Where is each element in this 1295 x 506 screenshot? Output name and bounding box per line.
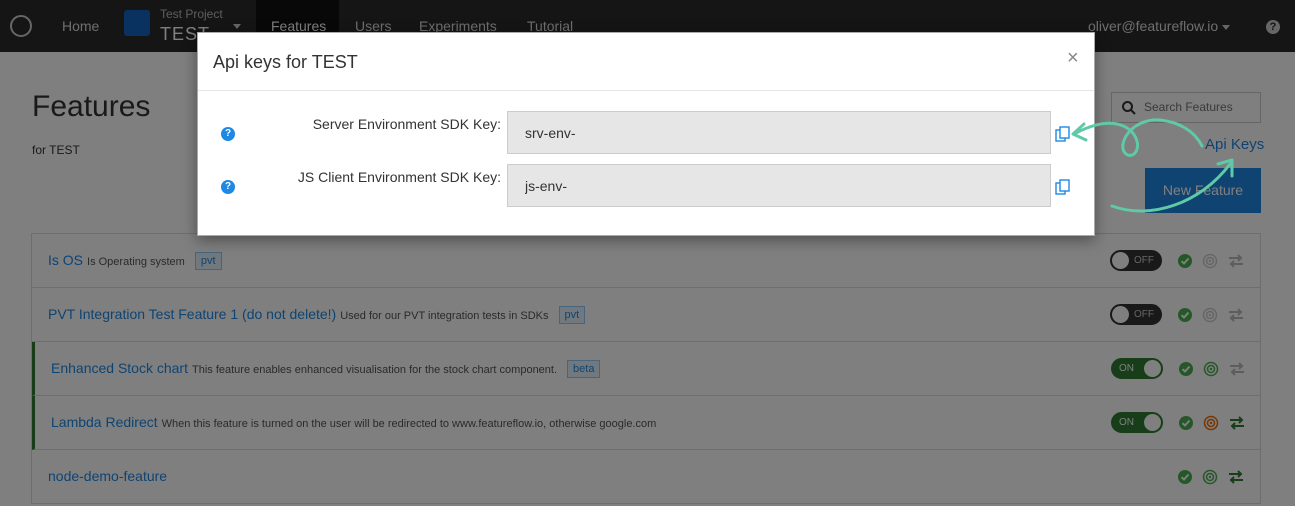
server-key-help-icon[interactable]: ? xyxy=(221,127,235,141)
tutorial-arrow-icon xyxy=(1071,118,1234,213)
js-key-label: JS Client Environment SDK Key: xyxy=(297,169,501,185)
js-key-help-icon[interactable]: ? xyxy=(221,180,235,194)
modal-header: Api keys for TEST × xyxy=(198,33,1094,91)
server-key-label: Server Environment SDK Key: xyxy=(312,116,501,132)
api-keys-modal: Api keys for TEST × ? Server Environment… xyxy=(197,32,1095,236)
js-key-input[interactable] xyxy=(507,164,1051,207)
server-key-input[interactable] xyxy=(507,111,1051,154)
close-icon[interactable]: × xyxy=(1067,47,1079,70)
modal-title: Api keys for TEST xyxy=(213,52,358,72)
